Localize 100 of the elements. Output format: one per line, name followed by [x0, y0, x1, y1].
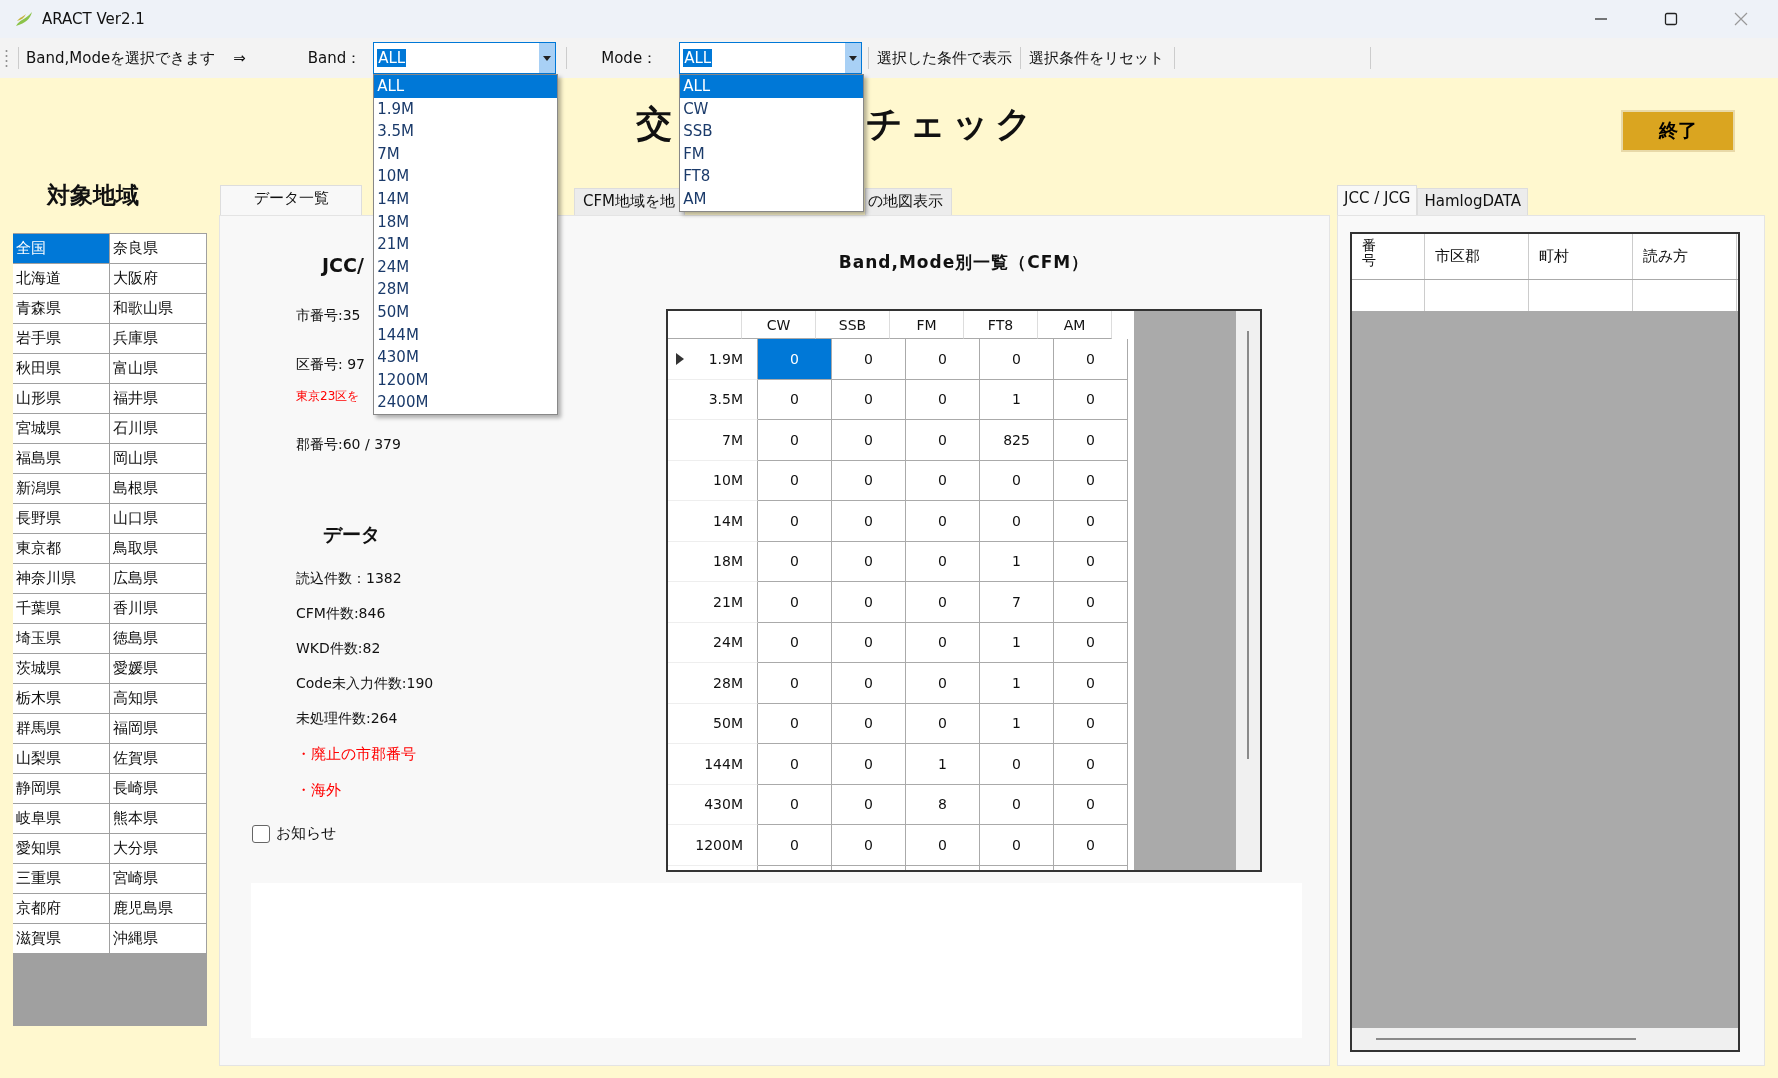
- table-cell: 0: [758, 460, 832, 501]
- table-cell: 0: [832, 501, 906, 542]
- band-text: 28M: [713, 674, 743, 691]
- dropdown-option[interactable]: 3.5M: [374, 120, 558, 143]
- region-cell[interactable]: 山梨県: [13, 744, 110, 774]
- dropdown-option[interactable]: 7M: [374, 142, 558, 166]
- region-cell[interactable]: 長野県: [13, 504, 110, 534]
- region-cell[interactable]: 大分県: [110, 834, 207, 864]
- dropdown-option[interactable]: ALL: [374, 75, 558, 98]
- region-cell[interactable]: 高知県: [110, 684, 207, 714]
- band-text: 1200M: [695, 836, 743, 853]
- region-cell[interactable]: 山形県: [13, 384, 110, 414]
- dropdown-option[interactable]: 1.9M: [374, 97, 558, 121]
- region-cell[interactable]: 佐賀県: [110, 744, 207, 774]
- dropdown-option[interactable]: 430M: [374, 346, 558, 369]
- region-cell[interactable]: 北海道: [13, 264, 110, 294]
- region-cell[interactable]: 新潟県: [13, 474, 110, 504]
- region-cell[interactable]: 福島県: [13, 444, 110, 474]
- region-cell[interactable]: 埼玉県: [13, 624, 110, 654]
- dropdown-option[interactable]: 28M: [374, 278, 558, 301]
- band-text: 18M: [713, 553, 743, 570]
- table-cell: 0: [906, 339, 980, 380]
- column-header: SSB: [816, 311, 890, 339]
- region-cell[interactable]: 愛知県: [13, 834, 110, 864]
- region-cell[interactable]: 静岡県: [13, 774, 110, 804]
- toolbar-button[interactable]: 選択した条件で表示: [875, 44, 1015, 72]
- region-cell[interactable]: 大阪府: [110, 264, 207, 294]
- tab[interactable]: データ一覧: [220, 185, 362, 215]
- table-cell: 0: [832, 784, 906, 825]
- region-cell[interactable]: 富山県: [110, 354, 207, 384]
- region-cell[interactable]: 山口県: [110, 504, 207, 534]
- table-cell: 0: [758, 339, 832, 380]
- table-cell: 0: [758, 420, 832, 461]
- dropdown-option[interactable]: FM: [680, 142, 864, 166]
- table-cell: 0: [758, 703, 832, 744]
- dropdown-option[interactable]: FT8: [680, 165, 864, 188]
- region-cell[interactable]: 千葉県: [13, 594, 110, 624]
- region-cell[interactable]: 奈良県: [110, 234, 207, 264]
- toolbar-button[interactable]: 選択条件をリセット: [1027, 44, 1167, 72]
- region-cell[interactable]: 岩手県: [13, 324, 110, 354]
- region-cell[interactable]: 岐阜県: [13, 804, 110, 834]
- dropdown-option[interactable]: 144M: [374, 323, 558, 347]
- close-icon[interactable]: [1734, 12, 1748, 26]
- region-cell[interactable]: 青森県: [13, 294, 110, 324]
- tab[interactable]: JCC / JCG: [1337, 185, 1418, 215]
- vertical-scrollbar[interactable]: [1236, 311, 1260, 870]
- region-cell[interactable]: 神奈川県: [13, 564, 110, 594]
- region-cell[interactable]: 長崎県: [110, 774, 207, 804]
- tab[interactable]: HamlogDATA: [1417, 188, 1529, 215]
- dropdown-option[interactable]: 21M: [374, 233, 558, 256]
- region-cell[interactable]: 熊本県: [110, 804, 207, 834]
- dropdown-option[interactable]: 24M: [374, 255, 558, 279]
- region-cell[interactable]: 鳥取県: [110, 534, 207, 564]
- table-cell: 0: [758, 784, 832, 825]
- exit-button[interactable]: 終了: [1621, 110, 1735, 152]
- region-cell[interactable]: 岡山県: [110, 444, 207, 474]
- dropdown-option[interactable]: SSB: [680, 120, 864, 143]
- checkbox[interactable]: [252, 824, 270, 843]
- region-cell[interactable]: 京都府: [13, 894, 110, 924]
- dropdown-option[interactable]: 14M: [374, 187, 558, 211]
- horizontal-scrollbar[interactable]: [1352, 1028, 1738, 1050]
- region-cell[interactable]: 三重県: [13, 864, 110, 894]
- region-cell[interactable]: 広島県: [110, 564, 207, 594]
- dropdown-option[interactable]: 18M: [374, 210, 558, 234]
- region-cell[interactable]: 滋賀県: [13, 924, 110, 954]
- region-cell[interactable]: 宮崎県: [110, 864, 207, 894]
- region-cell[interactable]: 福井県: [110, 384, 207, 414]
- region-cell[interactable]: 茨城県: [13, 654, 110, 684]
- region-cell[interactable]: 秋田県: [13, 354, 110, 384]
- dropdown-option[interactable]: ALL: [680, 75, 864, 98]
- region-cell[interactable]: 沖縄県: [110, 924, 207, 954]
- region-cell[interactable]: 栃木県: [13, 684, 110, 714]
- region-cell[interactable]: 香川県: [110, 594, 207, 624]
- region-cell[interactable]: 愛媛県: [110, 654, 207, 684]
- region-cell[interactable]: 兵庫県: [110, 324, 207, 354]
- region-cell[interactable]: 群馬県: [13, 714, 110, 744]
- info-text: 東京23区を: [296, 388, 360, 405]
- table-cell: 0: [1054, 784, 1128, 825]
- band-text: 430M: [704, 796, 743, 813]
- region-cell[interactable]: 東京都: [13, 534, 110, 564]
- region-cell[interactable]: 石川県: [110, 414, 207, 444]
- region-cell[interactable]: 島根県: [110, 474, 207, 504]
- maximize-icon[interactable]: [1664, 12, 1678, 26]
- grip-icon[interactable]: [5, 48, 8, 68]
- dropdown-option[interactable]: 50M: [374, 300, 558, 324]
- column-header: AM: [1038, 311, 1112, 339]
- region-cell[interactable]: 和歌山県: [110, 294, 207, 324]
- toolbar-hint: Band,Modeを選択できます: [26, 48, 216, 68]
- tab[interactable]: の地図表示: [865, 188, 952, 215]
- dropdown-option[interactable]: CW: [680, 97, 864, 121]
- table-cell: 0: [906, 420, 980, 461]
- table-cell: 0: [980, 825, 1054, 866]
- region-cell[interactable]: 宮城県: [13, 414, 110, 444]
- region-cell[interactable]: 徳島県: [110, 624, 207, 654]
- dropdown-option[interactable]: 10M: [374, 165, 558, 188]
- region-cell[interactable]: 全国: [13, 234, 110, 264]
- dropdown-option[interactable]: 1200M: [374, 368, 558, 392]
- dropdown-option[interactable]: 2400M: [374, 391, 558, 414]
- region-cell[interactable]: 福岡県: [110, 714, 207, 744]
- region-cell[interactable]: 鹿児島県: [110, 894, 207, 924]
